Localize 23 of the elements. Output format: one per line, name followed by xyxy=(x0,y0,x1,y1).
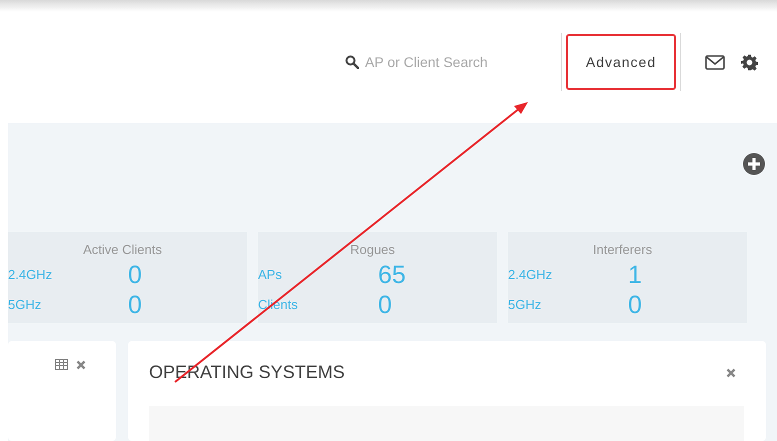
stat-label: APs xyxy=(258,266,283,284)
close-icon[interactable] xyxy=(726,368,736,378)
stat-value: 0 xyxy=(378,290,392,320)
card-title: Active Clients xyxy=(83,242,162,257)
close-icon[interactable] xyxy=(76,360,86,370)
stat-label: 2.4GHz xyxy=(8,266,54,284)
search-field[interactable]: AP or Client Search xyxy=(345,50,513,74)
stat-label: 5GHz xyxy=(508,296,542,314)
card-title: Rogues xyxy=(350,242,395,257)
stat-value: 0 xyxy=(128,290,142,320)
table-icon[interactable] xyxy=(55,359,68,370)
stat-value: 0 xyxy=(628,290,642,320)
advanced-button[interactable]: Advanced xyxy=(566,34,676,90)
search-icon xyxy=(345,55,359,69)
stat-value: 0 xyxy=(128,260,142,290)
add-icon[interactable] xyxy=(743,153,765,175)
stat-label: 2.4GHz xyxy=(508,266,554,284)
card-title: Interferers xyxy=(592,242,652,257)
stat-label: 5GHz xyxy=(8,296,42,314)
mail-icon[interactable] xyxy=(705,54,725,70)
stat-value: 1 xyxy=(628,260,642,290)
settings-icon[interactable] xyxy=(741,54,758,70)
stat-value: 65 xyxy=(378,260,406,290)
